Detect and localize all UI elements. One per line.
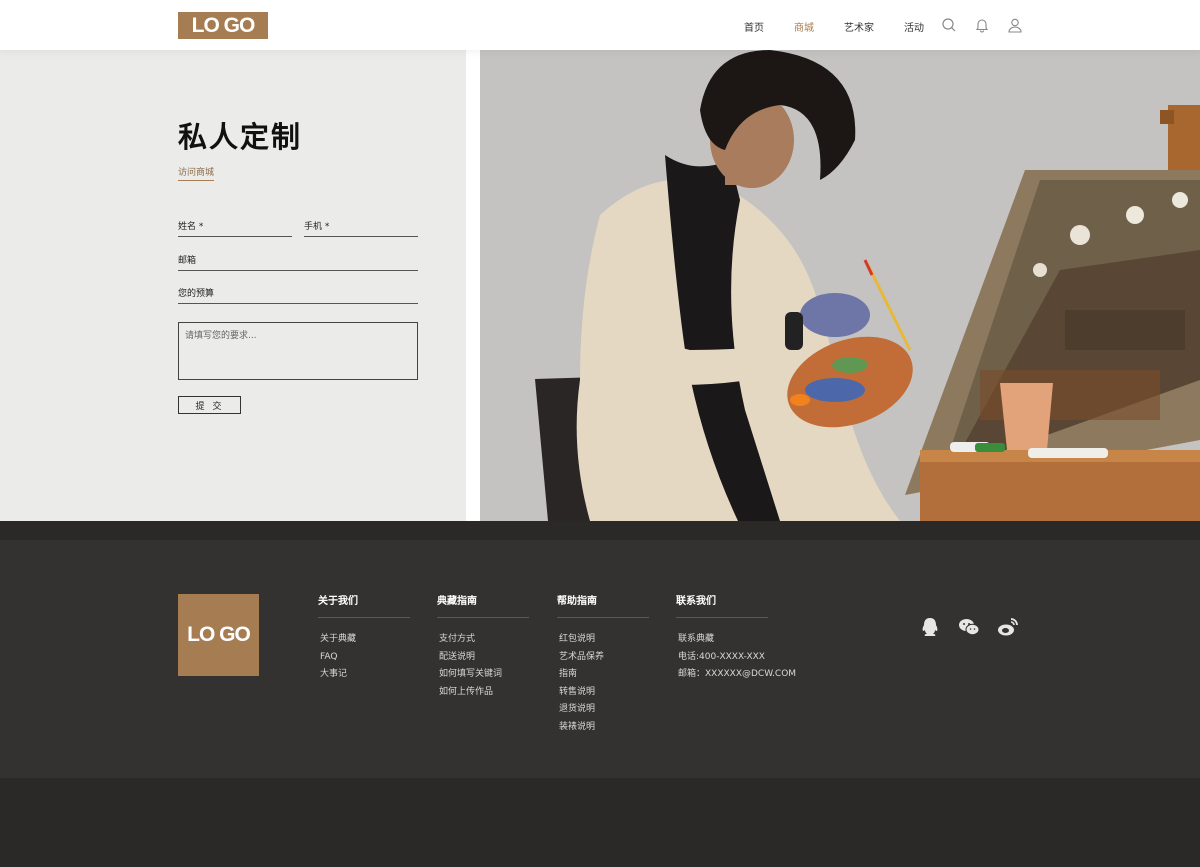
user-icon[interactable] [1007,17,1023,33]
footer-link[interactable]: 艺术品保养 [557,649,649,667]
footer-link[interactable]: FAQ [318,649,410,667]
hero-section: 私人定制 访问商城 姓名 * 手机 * 邮箱 您的预算 提交 [0,50,1200,521]
social-links [919,617,1036,637]
nav-item-mall[interactable]: 商城 [794,19,814,34]
footer-col-title: 典藏指南 [437,592,529,618]
nav-item-home[interactable]: 首页 [744,19,764,34]
footer-link[interactable]: 装裱说明 [557,719,649,737]
name-field[interactable]: 姓名 * [178,219,292,237]
weibo-icon[interactable] [997,617,1019,637]
custom-order-panel: 私人定制 访问商城 姓名 * 手机 * 邮箱 您的预算 提交 [0,50,466,521]
logo[interactable]: LO GO [178,12,268,39]
nav-item-events[interactable]: 活动 [904,19,924,34]
footer-col-title: 关于我们 [318,592,410,618]
contact-email[interactable]: 邮箱：XXXXXX@DCW.COM [676,666,796,684]
email-label: 邮箱 [178,256,197,266]
footer-link[interactable]: 退货说明 [557,701,649,719]
footer-col-contact: 联系我们 联系典藏 电话:400-XXXX-XXX 邮箱：XXXXXX@DCW.… [676,592,796,684]
footer-link[interactable]: 联系典藏 [676,631,768,649]
footer: LO GO 关于我们 关于典藏 FAQ 大事记 典藏指南 支付方式 配送说明 如… [0,540,1200,778]
budget-input[interactable] [228,289,418,301]
header: LO GO 首页 商城 艺术家 活动 [0,0,1200,50]
footer-col-title: 联系我们 [676,592,768,618]
footer-bottom-bar [0,778,1200,867]
footer-col-guide: 典藏指南 支付方式 配送说明 如何填写关键词 如何上传作品 [437,592,529,701]
wechat-icon[interactable] [958,617,980,637]
footer-link[interactable]: 支付方式 [437,631,529,649]
footer-link[interactable]: 关于典藏 [318,631,410,649]
footer-col-about: 关于我们 关于典藏 FAQ 大事记 [318,592,410,684]
visit-mall-link[interactable]: 访问商城 [178,165,215,181]
main-nav: 首页 商城 艺术家 活动 [744,19,954,34]
footer-link[interactable]: 红包说明 [557,631,649,649]
footer-link[interactable]: 指南 [557,666,649,684]
name-label: 姓名 * [178,222,204,232]
requirements-textarea[interactable] [178,322,418,380]
email-input[interactable] [218,256,418,268]
footer-col-help: 帮助指南 红包说明 艺术品保养 指南 转售说明 退货说明 装裱说明 [557,592,649,736]
footer-link[interactable]: 如何上传作品 [437,684,529,702]
bell-icon[interactable] [974,17,990,33]
submit-button[interactable]: 提交 [178,396,241,414]
page-title: 私人定制 [178,120,303,154]
footer-logo[interactable]: LO GO [178,594,259,676]
footer-col-title: 帮助指南 [557,592,649,618]
email-field[interactable]: 邮箱 [178,253,418,271]
search-icon[interactable] [941,17,957,33]
footer-link[interactable]: 如何填写关键词 [437,666,529,684]
nav-item-artists[interactable]: 艺术家 [844,19,874,34]
budget-field[interactable]: 您的预算 [178,286,418,304]
footer-link[interactable]: 大事记 [318,666,410,684]
budget-label: 您的预算 [178,289,215,299]
phone-field[interactable]: 手机 * [304,219,418,237]
header-icons [941,17,1040,33]
name-input[interactable] [218,222,292,234]
contact-phone: 电话:400-XXXX-XXX [678,651,765,662]
qq-icon[interactable] [919,617,941,637]
phone-label: 手机 * [304,222,330,232]
hero-photo [480,50,1200,521]
footer-link[interactable]: 转售说明 [557,684,649,702]
footer-link[interactable]: 配送说明 [437,649,529,667]
phone-input[interactable] [344,222,418,234]
